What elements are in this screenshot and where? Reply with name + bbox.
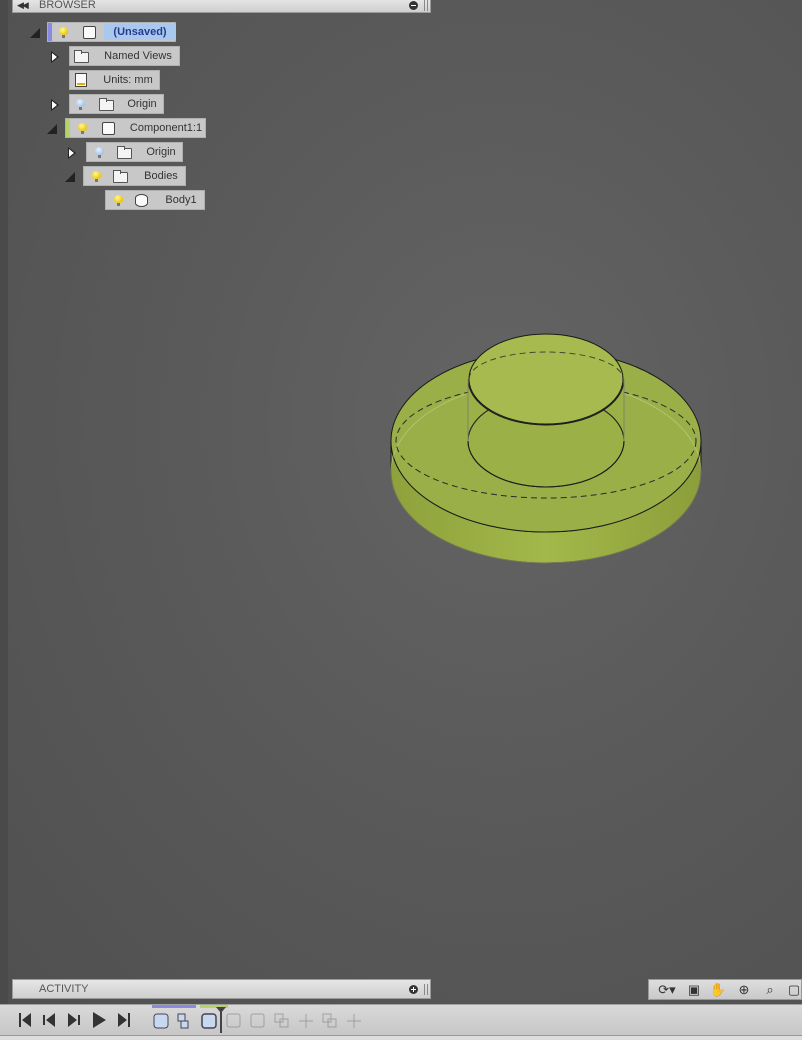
tree-item-label: Origin [146,146,176,158]
expand-toggle-icon[interactable] [51,99,59,111]
feature-extrude-1-icon[interactable] [153,1013,169,1029]
component-icon [102,122,115,135]
status-strip [0,1035,802,1040]
expand-toggle-icon[interactable] [30,28,40,38]
tree-item-origin[interactable]: Origin [69,94,164,114]
panel-grip-icon[interactable] [424,0,428,11]
browser-title: BROWSER [39,0,96,11]
display-settings-icon[interactable]: ▢ [787,981,801,999]
expand-toggle-icon[interactable] [51,51,59,63]
expand-toggle-icon[interactable] [47,124,57,134]
browser-panel-header[interactable]: ◀◀ BROWSER [12,0,431,13]
collapse-panel-icon[interactable]: ◀◀ [17,0,29,12]
folder-icon [117,146,132,159]
document-settings-icon [75,73,87,87]
panel-grip-icon[interactable] [424,984,428,995]
step-back-icon[interactable] [43,1013,55,1027]
expand-toggle-icon[interactable] [68,147,76,159]
fit-icon[interactable]: ⌕ [759,981,781,999]
expand-toggle-icon[interactable] [65,172,75,182]
timeline-marker-handle[interactable] [216,1007,226,1013]
tree-item-label: Body1 [165,194,197,206]
body-icon [135,194,148,207]
tree-item-units[interactable]: Units: mm [69,70,160,90]
minimize-panel-icon[interactable] [409,1,418,10]
expand-panel-icon[interactable] [409,985,418,994]
visibility-bulb-icon[interactable] [95,147,104,158]
tree-item-label: (Unsaved) [113,26,167,38]
tree-item-label: Units: mm [103,74,153,86]
tree-item-body1[interactable]: Body1 [105,190,205,210]
tree-item-component-origin[interactable]: Origin [86,142,183,162]
tree-item-label: Component1:1 [129,122,203,134]
tree-item-label: Bodies [144,170,178,182]
folder-icon [113,170,128,183]
navigation-toolbar: ⟳▾ ▣ ✋ ⊕ ⌕ ▢ [648,979,802,1000]
activity-panel-header[interactable]: ACTIVITY [12,979,431,999]
component-icon [83,26,96,39]
visibility-bulb-icon[interactable] [92,171,101,182]
folder-icon [99,98,114,111]
folder-icon [74,50,89,63]
go-to-end-icon[interactable] [118,1013,130,1027]
step-forward-icon[interactable] [68,1013,80,1027]
timeline-bar [0,1004,802,1036]
orbit-icon[interactable]: ⟳▾ [653,981,681,999]
look-at-icon[interactable]: ▣ [683,981,705,999]
feature-extrude-2-icon[interactable] [201,1013,217,1029]
tree-item-label: Origin [127,98,157,110]
tree-root-unsaved[interactable]: (Unsaved) [47,22,176,42]
visibility-bulb-icon[interactable] [59,27,68,38]
tree-item-bodies[interactable]: Bodies [83,166,186,186]
feature-sketch-icon[interactable] [177,1013,189,1029]
go-to-start-icon[interactable] [19,1013,31,1027]
inactive-features [226,1013,361,1028]
pan-icon[interactable]: ✋ [707,981,729,999]
tree-item-label: Named Views [104,50,172,62]
tree-item-component1[interactable]: Component1:1 [65,118,206,138]
zoom-icon[interactable]: ⊕ [733,981,755,999]
visibility-bulb-icon[interactable] [78,123,87,134]
visibility-bulb-icon[interactable] [76,99,85,110]
activity-title: ACTIVITY [39,983,89,995]
visibility-bulb-icon[interactable] [114,195,123,206]
tree-item-named-views[interactable]: Named Views [69,46,180,66]
play-icon[interactable] [93,1012,106,1028]
